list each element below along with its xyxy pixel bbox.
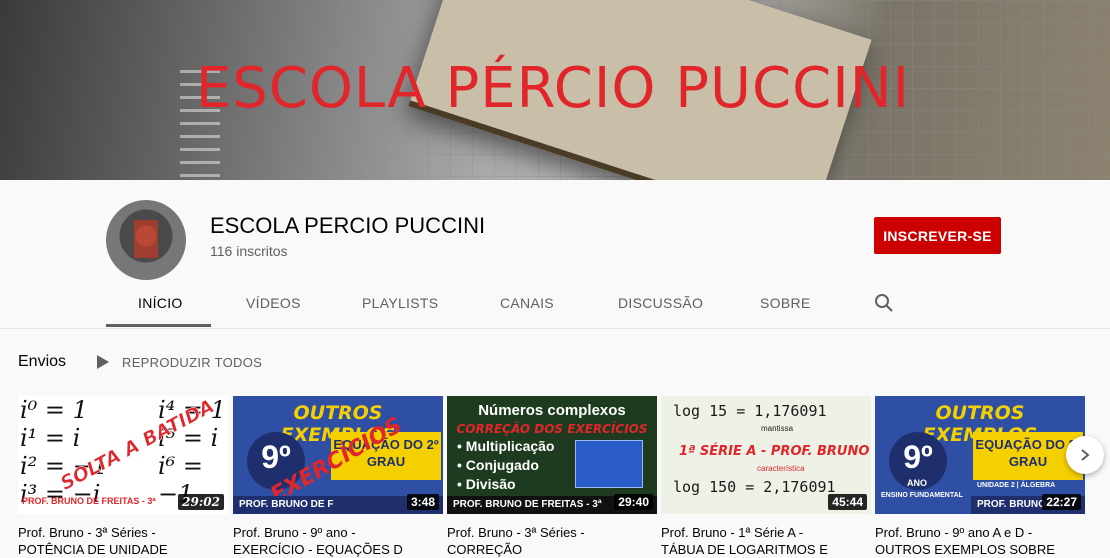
video-duration: 22:27 (1042, 494, 1081, 510)
tab-playlists[interactable]: PLAYLISTS (362, 295, 438, 311)
thumb-label: ENSINO FUNDAMENTAL (881, 492, 963, 499)
video-thumbnail[interactable]: Números complexos CORREÇÃO DOS EXERCÍCIO… (447, 396, 657, 514)
video-thumbnail[interactable]: OUTROS EXEMPLOS 9º EQUAÇÃO DO 2º GRAU EX… (233, 396, 443, 514)
thumb-label: ANO (907, 478, 927, 488)
video-duration: 29:02 (178, 494, 224, 510)
thumb-author: PROF. BRUNO DE FREITAS - 3ª (22, 496, 156, 506)
thumb-subheading: CORREÇÃO DOS EXERCÍCIOS (456, 422, 648, 436)
active-tab-indicator (106, 324, 211, 327)
video-duration: 3:48 (406, 494, 439, 510)
thumb-label: mantissa (761, 424, 794, 433)
thumb-formula: log 15 = 1,176091 (673, 402, 827, 420)
video-title[interactable]: Prof. Bruno - 1ª Série A - (661, 524, 871, 541)
thumb-graphic (575, 440, 643, 488)
thumb-label: característica (757, 464, 805, 473)
video-duration: 29:40 (614, 494, 653, 510)
video-title[interactable]: Prof. Bruno - 3ª Séries - (18, 524, 228, 541)
play-icon[interactable] (97, 355, 109, 369)
play-all-button[interactable]: REPRODUZIR TODOS (122, 355, 262, 370)
thumb-bullet: • Multiplicação (457, 438, 555, 454)
carousel-next-button[interactable] (1066, 436, 1104, 474)
search-icon[interactable] (874, 293, 894, 313)
tab-canais[interactable]: CANAIS (500, 295, 554, 311)
video-thumbnail[interactable]: log 15 = 1,176091 mantissa 1ª SÉRIE A - … (661, 396, 871, 514)
subscriber-count: 116 inscritos (210, 243, 288, 259)
tab-videos[interactable]: VÍDEOS (246, 295, 301, 311)
thumb-formula: log 150 = 2,176091 (673, 478, 836, 496)
thumb-bullet: • Conjugado (457, 457, 539, 473)
banner-title: ESCOLA PÉRCIO PUCCINI (195, 56, 911, 121)
channel-banner: ESCOLA PÉRCIO PUCCINI (0, 0, 1110, 180)
video-title-continued[interactable]: POTÊNCIA DE UNIDADE (18, 541, 228, 558)
tab-discussao[interactable]: DISCUSSÃO (618, 295, 703, 311)
video-thumbnail[interactable]: OUTROS EXEMPLOS 9º ANO EQUAÇÃO DO 2º GRA… (875, 396, 1085, 514)
tab-sobre[interactable]: SOBRE (760, 295, 811, 311)
section-title: Envios (18, 353, 67, 370)
video-duration: 45:44 (828, 494, 867, 510)
channel-name: ESCOLA PERCIO PUCCINI (210, 213, 486, 238)
video-title-continued[interactable]: CORREÇÃO (447, 541, 657, 558)
video-title-continued[interactable]: OUTROS EXEMPLOS SOBRE (875, 541, 1085, 558)
video-title[interactable]: Prof. Bruno - 9º ano - (233, 524, 443, 541)
video-title-continued[interactable]: TÁBUA DE LOGARITMOS E (661, 541, 871, 558)
video-thumbnail[interactable]: i⁰ = 1 i¹ = i i² = −1 i³ = −i i⁴ = 1 i⁵ … (18, 396, 228, 514)
thumb-label: UNIDADE 2 | ÁLGEBRA (977, 482, 1056, 489)
thumb-heading: Números complexos (478, 402, 626, 419)
video-title[interactable]: Prof. Bruno - 9º ano A e D - (875, 524, 1085, 541)
thumb-heading: 1ª SÉRIE A - PROF. BRUNO (679, 444, 870, 459)
video-title-continued[interactable]: EXERCÍCIO - EQUAÇÕES D (233, 541, 443, 558)
tab-inicio[interactable]: INÍCIO (138, 295, 183, 311)
video-title[interactable]: Prof. Bruno - 3ª Séries - (447, 524, 657, 541)
thumb-bullet: • Divisão (457, 476, 516, 492)
chevron-right-icon (1081, 449, 1090, 461)
channel-avatar[interactable] (106, 200, 186, 280)
subscribe-button[interactable]: INSCREVER-SE (874, 217, 1001, 254)
